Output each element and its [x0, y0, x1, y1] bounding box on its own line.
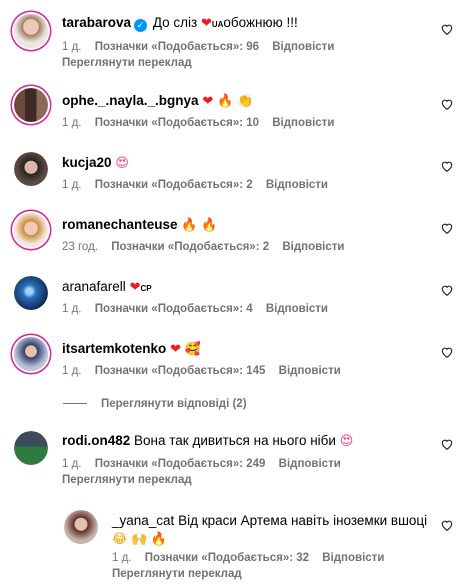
comment-username[interactable]: itsartemkotenko [62, 341, 166, 356]
likes-count[interactable]: Позначки «Подобається»: 249 [95, 458, 266, 470]
reply-button[interactable]: Відповісти [282, 241, 344, 253]
avatar[interactable] [14, 152, 48, 186]
comment-username[interactable]: tarabarova [62, 15, 131, 30]
fire-emoji-icon: 🔥 [181, 217, 198, 232]
likes-count[interactable]: Позначки «Подобається»: 32 [145, 552, 309, 564]
reply-button[interactable]: Відповісти [279, 365, 341, 377]
heart-outline-icon[interactable] [440, 283, 454, 297]
fire-emoji-icon: 🔥 [201, 217, 218, 232]
likes-count[interactable]: Позначки «Подобається»: 2 [111, 241, 269, 253]
heart-outline-icon[interactable] [440, 97, 454, 111]
likes-count[interactable]: Позначки «Подобається»: 145 [95, 365, 266, 377]
heart-emoji-icon: ❤ [129, 279, 141, 294]
avatar[interactable] [14, 431, 48, 465]
see-translation-link[interactable]: Переглянути переклад [62, 56, 192, 71]
flag-cp: CP [140, 284, 152, 293]
comment-username[interactable]: romanechanteuse [62, 217, 178, 232]
reply-button[interactable]: Відповісти [272, 117, 334, 129]
heart-outline-icon[interactable] [440, 22, 454, 36]
comment-username[interactable]: rodi.on482 [62, 433, 130, 448]
heart-outline-icon[interactable] [440, 437, 454, 451]
heart-outline-icon[interactable] [440, 159, 454, 173]
see-translation-link[interactable]: Переглянути переклад [112, 567, 242, 582]
comment-time[interactable]: 1 д. [62, 41, 82, 53]
comment-item: romanechanteuse 🔥 🔥 23 год. Позначки «По… [0, 208, 462, 258]
comment-item: itsartemkotenko ❤ 🥰 1 д. Позначки «Подоб… [0, 332, 462, 382]
raised-hands-emoji-icon: 🙌 [130, 531, 148, 546]
reply-button[interactable]: Відповісти [279, 458, 341, 470]
comment-item: kucja20 😍 1 д. Позначки «Подобається»: 2… [0, 146, 462, 196]
heart-eyes-emoji-icon: 😍 [115, 155, 129, 170]
clap-emoji-icon: 👏 [236, 93, 254, 108]
avatar[interactable] [14, 14, 48, 48]
heart-hearts-emoji-icon: 🥰 [184, 341, 201, 356]
avatar[interactable] [14, 213, 48, 247]
reply-button[interactable]: Відповісти [266, 303, 328, 315]
comment-username[interactable]: aranafarell [62, 279, 126, 294]
comment-time[interactable]: 1 д. [62, 458, 82, 470]
heart-outline-icon[interactable] [440, 345, 454, 359]
likes-count[interactable]: Позначки «Подобається»: 96 [95, 41, 259, 53]
heart-outline-icon[interactable] [440, 518, 454, 532]
comment-text: До сліз [152, 15, 198, 30]
likes-count[interactable]: Позначки «Подобається»: 2 [95, 179, 253, 191]
flag-ua: UA [211, 20, 224, 29]
reply-item: _yana_cat Від краси Артема навіть інозем… [0, 504, 462, 584]
likes-count[interactable]: Позначки «Подобається»: 10 [95, 117, 259, 129]
comment-time[interactable]: 1 д. [62, 365, 82, 377]
comment-text: Від краси Артема навіть іноземки вшоці [178, 513, 428, 528]
reply-button[interactable]: Відповісти [322, 552, 384, 564]
avatar[interactable] [64, 510, 98, 544]
laughing-emoji-icon: 😂 [112, 531, 128, 546]
see-translation-link[interactable]: Переглянути переклад [62, 473, 192, 488]
comment-time[interactable]: 1 д. [112, 552, 132, 564]
comment-time[interactable]: 1 д. [62, 117, 82, 129]
heart-outline-icon[interactable] [440, 221, 454, 235]
avatar[interactable] [14, 337, 48, 371]
comment-item: aranafarell ❤CP 1 д. Позначки «Подобаєть… [0, 270, 462, 320]
reply-button[interactable]: Відповісти [266, 179, 328, 191]
comment-item: ophe._.nayla._.bgnya ❤ 🔥 👏 1 д. Позначки… [0, 84, 462, 134]
fire-emoji-icon: 🔥 [216, 93, 234, 108]
comment-username[interactable]: _yana_cat [112, 513, 174, 528]
fire-emoji-icon: 🔥 [150, 531, 168, 546]
comment-time[interactable]: 1 д. [62, 179, 82, 191]
likes-count[interactable]: Позначки «Подобається»: 4 [95, 303, 253, 315]
comment-text-2: обожнюю !!! [223, 15, 298, 30]
comment-username[interactable]: ophe._.nayla._.bgnya [62, 93, 199, 108]
reply-button[interactable]: Відповісти [272, 41, 334, 53]
avatar[interactable] [14, 276, 48, 310]
comment-item: rodi.on482 Вона так дивиться на нього ні… [0, 424, 462, 490]
avatar[interactable] [14, 88, 48, 122]
comment-text: Вона так дивиться на нього ніби [134, 433, 336, 448]
comment-username[interactable]: kucja20 [62, 155, 112, 170]
comment-time[interactable]: 23 год. [62, 241, 98, 253]
view-replies-button[interactable]: Переглянути відповіді (2) [63, 397, 247, 412]
comment-time[interactable]: 1 д. [62, 303, 82, 315]
comment-item: tarabarova ✓ До сліз ❤UAобожнюю !!! 1 д. … [0, 8, 462, 71]
verified-badge-icon: ✓ [134, 19, 148, 32]
heart-emoji-icon: ❤ [170, 341, 181, 356]
replies-divider [63, 403, 87, 405]
heart-eyes-emoji-icon: 😍 [339, 433, 354, 448]
heart-emoji-icon: ❤ [202, 93, 214, 108]
heart-emoji-icon: ❤ [200, 15, 212, 30]
